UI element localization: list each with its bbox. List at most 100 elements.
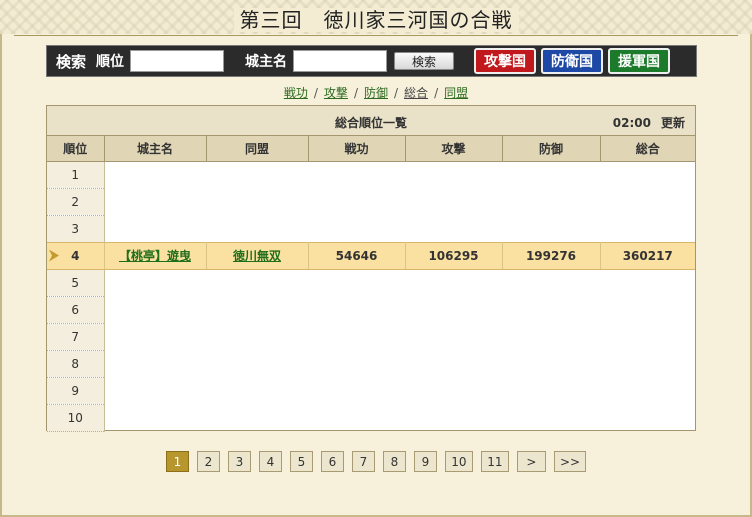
rank-label: 順位 [96,54,125,70]
page-link[interactable]: 4 [258,451,282,472]
rank-cell: 9 [47,377,105,405]
page-link[interactable]: 2 [196,451,220,472]
update-time: 02:00 [612,116,651,130]
page-link[interactable]: 6 [320,451,344,472]
lord-name-cell [104,296,206,323]
total-cell [600,269,695,296]
link-total-current: 総合 [404,86,429,100]
table-row: 4 【桃亭】遊曳 徳川無双 54646 106295 199276 360217 [47,241,695,270]
lord-name-link[interactable]: 【桃亭】遊曳 [119,249,191,263]
table-row: 7 [47,323,695,351]
page-title: 第三回 徳川家三河国の合戦 [0,4,752,34]
page-link[interactable]: 5 [289,451,313,472]
total-cell [600,188,695,215]
link-separator: / [434,86,439,100]
defense-cell [502,350,600,377]
search-button[interactable]: 検索 [394,52,455,70]
ranking-table-body: 1 2 3 4 【桃亭】遊曳 徳川無双 54646 106295 199276 360217 5 6 7… [47,161,695,432]
attack-cell [405,404,502,431]
alliance-cell [206,161,308,188]
attack-cell [405,188,502,215]
lord-name-cell [104,161,206,188]
rank-cell-text: 2 [71,194,80,209]
defense-cell [502,215,600,242]
page-link[interactable]: 11 [480,451,509,472]
merit-cell [308,350,405,377]
lord-name-cell [104,350,206,377]
total-cell-text: 360217 [622,248,673,263]
refresh-link[interactable]: 更新 [661,116,685,130]
page-link[interactable]: 9 [413,451,437,472]
defense-cell [502,188,600,215]
lord-name-cell [104,269,206,296]
rank-cell-text: 1 [71,167,80,182]
update-info: 02:00 更新 [613,114,685,131]
merit-cell [308,188,405,215]
lord-name-cell [104,404,206,431]
current-row-arrow-icon [49,249,59,262]
attack-cell [405,269,502,296]
link-alliance[interactable]: 同盟 [444,86,468,100]
table-row: 8 [47,350,695,378]
alliance-cell [206,188,308,215]
link-defense[interactable]: 防御 [364,86,388,100]
link-merit[interactable]: 戦功 [284,86,308,100]
attack-cell [405,377,502,404]
defense-cell [502,323,600,350]
rank-cell-text: 6 [71,302,80,317]
attack-cell: 106295 [405,241,503,270]
pagination: 1 2 3 4 5 6 7 8 9 10 11 > >> [0,451,752,473]
rank-cell: 7 [47,323,105,351]
ranking-category-links: 戦功 / 攻撃 / 防御 / 総合 / 同盟 [0,84,752,100]
lord-name-input[interactable] [293,50,388,72]
attack-cell [405,215,502,242]
lord-name-cell [104,188,206,215]
alliance-link[interactable]: 徳川無双 [233,249,281,263]
page-link[interactable]: 7 [351,451,375,472]
table-row: 5 [47,269,695,297]
column-header: 戦功 [308,136,406,162]
defense-cell-text: 199276 [525,248,577,263]
table-row: 2 [47,188,695,216]
total-cell [600,323,695,350]
page-next-button[interactable]: > [516,451,546,472]
alliance-cell [206,269,308,296]
merit-cell [308,215,405,242]
total-cell [600,404,695,431]
lord-name-cell [104,215,206,242]
rank-cell: 3 [47,215,105,243]
page-link[interactable]: 8 [382,451,406,472]
rank-cell-text: 3 [71,221,80,236]
merit-cell [308,269,405,296]
reinforce-nation-button[interactable]: 援軍国 [608,48,671,74]
total-cell [600,350,695,377]
page-last-button[interactable]: >> [553,451,587,472]
rank-cell-text: 9 [71,383,80,398]
rank-cell-text: 5 [71,275,80,290]
defense-cell [502,404,600,431]
merit-cell [308,161,405,188]
defense-cell [502,377,600,404]
attack-cell [405,296,502,323]
total-cell: 360217 [600,241,695,270]
ranking-table: 順位 城主名 同盟 戦功 攻撃 防御 総合 1 2 3 4 【桃亭】遊曳 徳川無双 5464… [47,136,695,432]
rank-cell: 4 [47,241,105,270]
lord-name-cell: 【桃亭】遊曳 [104,241,207,270]
defense-nation-button[interactable]: 防衛国 [541,48,604,74]
link-attack[interactable]: 攻撃 [324,86,348,100]
lord-name-cell [104,377,206,404]
page-title-text: 第三回 徳川家三河国の合戦 [233,8,519,32]
attack-nation-button[interactable]: 攻撃国 [474,48,537,74]
search-bar: 検索 順位 城主名 検索 攻撃国 防衛国 援軍国 [46,45,697,77]
page-link[interactable]: 10 [444,451,473,472]
ranking-table-header: 総合順位一覧 02:00 更新 [47,106,695,136]
attack-cell-text: 106295 [428,248,479,263]
rank-cell-text: 8 [71,356,80,371]
rank-input[interactable] [130,50,225,72]
page-link[interactable]: 3 [227,451,251,472]
total-cell [600,215,695,242]
rank-cell-text: 7 [71,329,80,344]
alliance-cell [206,296,308,323]
merit-cell: 54646 [308,241,406,270]
table-row: 1 [47,161,695,189]
